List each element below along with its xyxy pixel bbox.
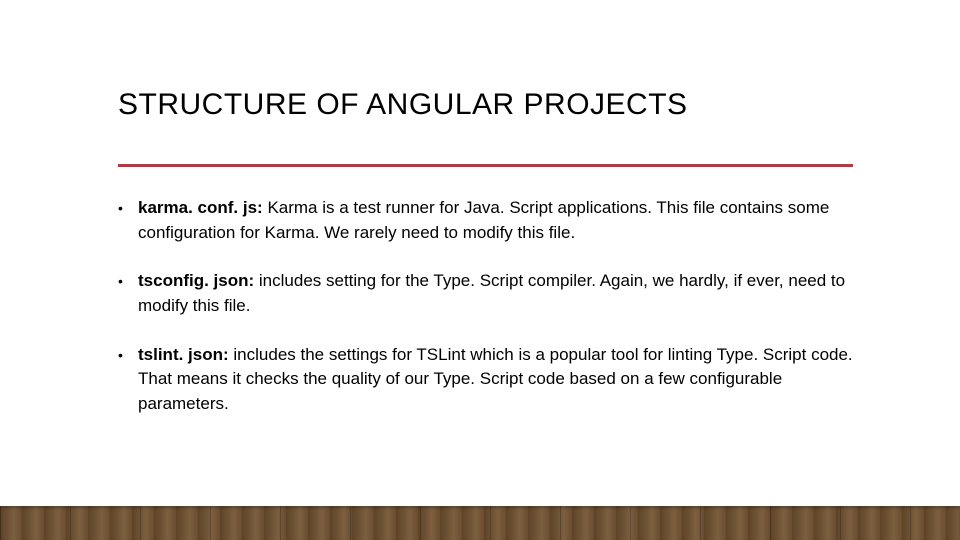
- bullet-marker: •: [118, 343, 138, 417]
- slide: STRUCTURE OF ANGULAR PROJECTS • karma. c…: [0, 0, 960, 540]
- bullet-rest: includes the settings for TSLint which i…: [138, 345, 853, 413]
- wood-footer-decoration: [0, 506, 960, 540]
- list-item: • tsconfig. json: includes setting for t…: [118, 269, 853, 318]
- slide-content: • karma. conf. js: Karma is a test runne…: [118, 196, 853, 440]
- bullet-bold: karma. conf. js:: [138, 198, 263, 217]
- title-underline: [118, 164, 853, 167]
- slide-title: STRUCTURE OF ANGULAR PROJECTS: [118, 88, 688, 122]
- bullet-text: tslint. json: includes the settings for …: [138, 343, 853, 417]
- bullet-bold: tsconfig. json:: [138, 271, 254, 290]
- bullet-text: karma. conf. js: Karma is a test runner …: [138, 196, 853, 245]
- bullet-text: tsconfig. json: includes setting for the…: [138, 269, 853, 318]
- bullet-marker: •: [118, 269, 138, 318]
- list-item: • tslint. json: includes the settings fo…: [118, 343, 853, 417]
- list-item: • karma. conf. js: Karma is a test runne…: [118, 196, 853, 245]
- bullet-marker: •: [118, 196, 138, 245]
- bullet-bold: tslint. json:: [138, 345, 229, 364]
